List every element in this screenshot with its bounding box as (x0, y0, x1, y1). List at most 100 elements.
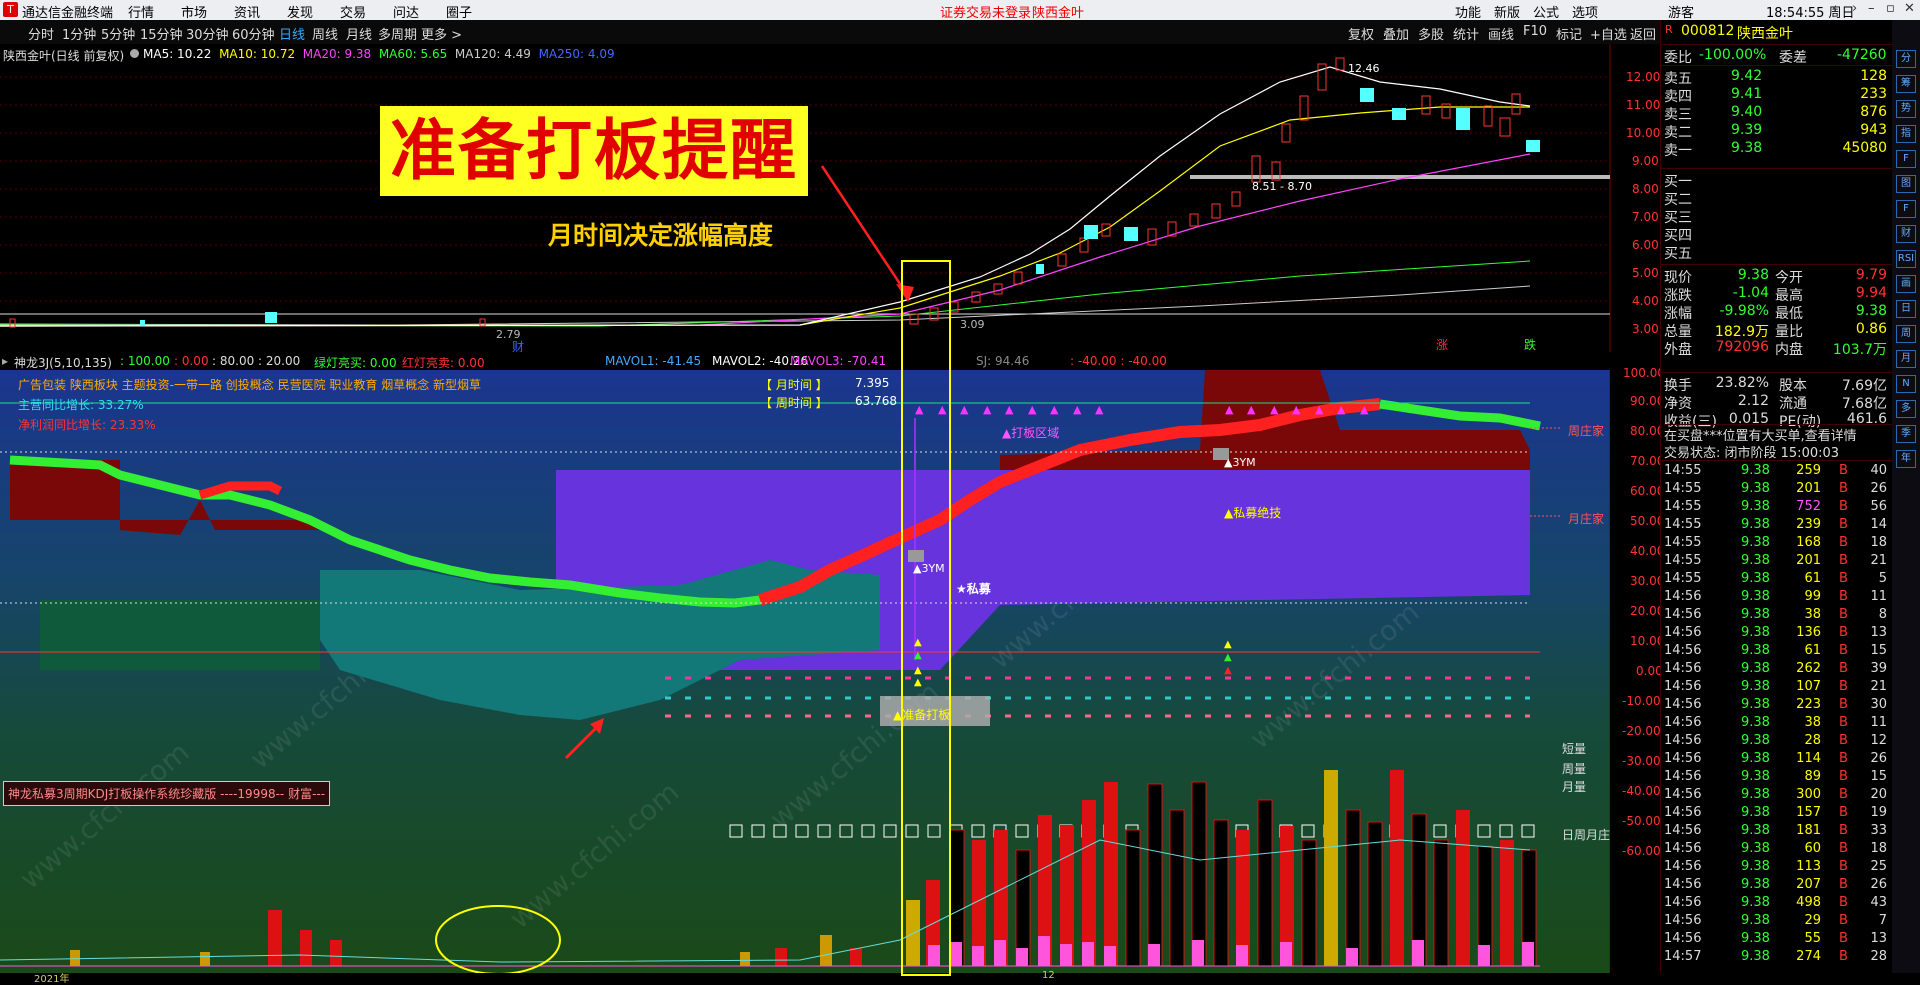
side-tool-button[interactable]: 日 (1896, 300, 1916, 318)
period-1min[interactable]: 1分钟 (62, 24, 96, 43)
tick-volume: 300 (1796, 787, 1821, 802)
fall-marker[interactable]: 跌 (1524, 336, 1536, 353)
side-tool-button[interactable]: F (1896, 200, 1916, 218)
price-tick: 11.00 (1626, 98, 1661, 112)
indicator-val1: : 100.00 (120, 354, 170, 368)
period-multi[interactable]: 多周期 (378, 24, 417, 43)
tick-time: 14:56 (1664, 931, 1702, 946)
period-30min[interactable]: 30分钟 (186, 24, 229, 43)
close-icon[interactable]: ✕ (1904, 1, 1915, 16)
ask-price[interactable]: 9.42 (1731, 68, 1762, 84)
side-tool-button[interactable]: F (1896, 150, 1916, 168)
period-more[interactable]: 更多 > (421, 24, 462, 43)
tick-time: 14:56 (1664, 913, 1702, 928)
period-minute-chart[interactable]: 分时 (28, 24, 54, 43)
ask-label[interactable]: 卖四 (1664, 86, 1692, 106)
ma20-label: MA20: 9.38 (302, 47, 372, 61)
menu-market[interactable]: 行情 (128, 2, 154, 21)
ask-label[interactable]: 卖二 (1664, 122, 1692, 142)
ask-label[interactable]: 卖五 (1664, 68, 1692, 88)
tick-side: B (1839, 805, 1848, 820)
tick-list[interactable]: 14:55 9.38 259 B 40 14:55 9.38 201 B 26 14:55 9.38 7… (1661, 460, 1893, 974)
side-tool-button[interactable]: 势 (1896, 100, 1916, 118)
menu-new-version[interactable]: 新版 (1494, 2, 1520, 21)
period-monthly[interactable]: 月线 (346, 24, 372, 43)
period-daily[interactable]: 日线 (279, 24, 305, 43)
side-tool-button[interactable]: 图 (1896, 175, 1916, 193)
forward-arrow-icon[interactable]: › (1852, 1, 1857, 16)
tick-volume: 201 (1796, 481, 1821, 496)
bid-label[interactable]: 买三 (1664, 207, 1692, 227)
tick-count: 20 (1870, 787, 1887, 802)
period-60min[interactable]: 60分钟 (232, 24, 275, 43)
menu-ask[interactable]: 问达 (393, 2, 419, 21)
tick-time: 14:55 (1664, 463, 1702, 478)
month-time-label: 【 月时间 】 (760, 378, 828, 392)
settings-dot-icon[interactable] (130, 49, 139, 58)
side-tool-button[interactable]: 月 (1896, 350, 1916, 368)
menu-discover[interactable]: 发现 (287, 2, 313, 21)
tool-back[interactable]: 返回 (1630, 24, 1656, 43)
menu-trade[interactable]: 交易 (340, 2, 366, 21)
indicator-svg: www.cfchi.com www.cfchi.com www.cfchi.co… (0, 370, 1610, 973)
collapse-icon[interactable]: ▸ (2, 354, 8, 368)
menu-formula[interactable]: 公式 (1533, 2, 1559, 21)
ask-label[interactable]: 卖三 (1664, 104, 1692, 124)
ask-label[interactable]: 卖一 (1664, 140, 1692, 160)
ym-label-1: ▲3YM (913, 562, 945, 575)
tick-side: B (1839, 679, 1848, 694)
indicator-chart[interactable]: www.cfchi.com www.cfchi.com www.cfchi.co… (0, 260, 1665, 985)
side-tool-button[interactable]: RSI (1896, 250, 1916, 268)
login-notice[interactable]: 证券交易未登录 (940, 2, 1031, 21)
bid-label[interactable]: 买二 (1664, 189, 1692, 209)
menu-function[interactable]: 功能 (1455, 2, 1481, 21)
kline-chart[interactable]: 陕西金叶(日线 前复权) MA5: 10.22 MA10: 10.72 MA20… (0, 44, 1661, 354)
side-tool-button[interactable]: 多 (1896, 400, 1916, 418)
period-5min[interactable]: 5分钟 (101, 24, 135, 43)
tick-time: 14:56 (1664, 895, 1702, 910)
rise-marker[interactable]: 涨 (1436, 336, 1448, 353)
menu-news[interactable]: 资讯 (234, 2, 260, 21)
menu-options[interactable]: 选项 (1572, 2, 1598, 21)
tick-count: 33 (1870, 823, 1887, 838)
side-tool-button[interactable]: 年 (1896, 450, 1916, 468)
minimize-icon[interactable]: – (1868, 1, 1875, 16)
tool-multi-stock[interactable]: 多股 (1418, 24, 1444, 43)
side-tool-button[interactable]: 指 (1896, 125, 1916, 143)
tool-stats[interactable]: 统计 (1453, 24, 1479, 43)
indicator-name[interactable]: 神龙3J(5,10,135) (14, 354, 112, 371)
tool-f10[interactable]: F10 (1523, 24, 1547, 39)
tool-draw[interactable]: 画线 (1488, 24, 1514, 43)
bid-label[interactable]: 买四 (1664, 225, 1692, 245)
user-label[interactable]: 游客 (1668, 2, 1694, 21)
bid-label[interactable]: 买五 (1664, 243, 1692, 263)
menu-circle[interactable]: 圈子 (446, 2, 472, 21)
concept-tags: 广告包装 陕西板块 主题投资-一带一路 创投概念 民营医院 职业教育 烟草概念 … (18, 378, 482, 392)
tool-add-watchlist[interactable]: +自选 (1590, 24, 1627, 43)
big-order-notice[interactable]: 在买盘***位置有大买单,查看详情 (1664, 424, 1893, 444)
stat-value: 23.82% (1715, 375, 1769, 391)
price-tick: 9.00 (1632, 154, 1659, 168)
ask-price[interactable]: 9.39 (1731, 122, 1762, 138)
menu-market-list[interactable]: 市场 (181, 2, 207, 21)
ask-price[interactable]: 9.38 (1731, 140, 1762, 156)
side-tool-button[interactable]: N (1896, 375, 1916, 393)
side-tool-button[interactable]: 周 (1896, 325, 1916, 343)
side-tool-button[interactable]: 画 (1896, 275, 1916, 293)
ask-price[interactable]: 9.40 (1731, 104, 1762, 120)
ma10-label: MA10: 10.72 (219, 47, 296, 61)
maximize-icon[interactable]: ▫ (1886, 1, 1895, 16)
tick-volume: 274 (1796, 949, 1821, 964)
tool-mark[interactable]: 标记 (1556, 24, 1582, 43)
side-tool-button[interactable]: 财 (1896, 225, 1916, 243)
tool-adjust[interactable]: 复权 (1348, 24, 1374, 43)
side-tool-button[interactable]: 分 (1896, 50, 1916, 68)
side-tool-button[interactable]: 筹 (1896, 75, 1916, 93)
back-arrow-icon[interactable]: ‹ (1832, 1, 1837, 16)
side-tool-button[interactable]: 季 (1896, 425, 1916, 443)
ask-price[interactable]: 9.41 (1731, 86, 1762, 102)
period-15min[interactable]: 15分钟 (140, 24, 183, 43)
tool-overlay[interactable]: 叠加 (1383, 24, 1409, 43)
period-weekly[interactable]: 周线 (312, 24, 338, 43)
bid-label[interactable]: 买一 (1664, 171, 1692, 191)
